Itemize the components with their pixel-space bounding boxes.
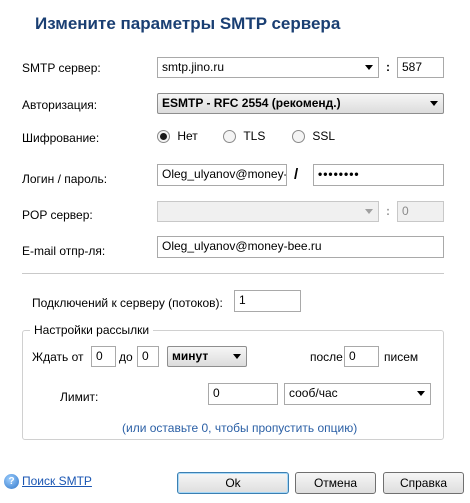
after-count-input[interactable]: 0	[344, 346, 379, 367]
pop-port-colon: :	[386, 204, 390, 218]
search-smtp-link[interactable]: Поиск SMTP	[22, 474, 92, 488]
limit-unit-value: сооб/час	[289, 386, 338, 400]
section-divider	[22, 273, 444, 274]
wait-unit-select[interactable]: минут	[167, 346, 247, 367]
chevron-down-icon[interactable]	[365, 209, 373, 214]
pop-server-label: POP сервер:	[22, 208, 93, 222]
pop-port-input[interactable]: 0	[397, 201, 444, 222]
login-label: Логин / пароль:	[22, 172, 108, 186]
limit-input[interactable]: 0	[208, 383, 278, 405]
wait-unit-value: минут	[172, 349, 209, 363]
mailing-settings-legend: Настройки рассылки	[30, 323, 154, 337]
connections-label: Подключений к серверу (потоков):	[32, 296, 223, 310]
password-input[interactable]: ••••••••	[313, 164, 444, 186]
smtp-server-label: SMTP сервер:	[22, 61, 101, 75]
auth-select[interactable]: ESMTP - RFC 2554 (рекоменд.)	[157, 93, 444, 114]
wait-from-label: Ждать от	[32, 350, 84, 364]
smtp-port-colon: :	[386, 60, 390, 74]
login-separator: /	[294, 166, 299, 183]
wait-from-input[interactable]: 0	[91, 346, 116, 367]
wait-to-label: до	[119, 350, 133, 364]
ok-button[interactable]: Ok	[177, 472, 289, 494]
chevron-down-icon[interactable]	[233, 354, 241, 359]
limit-label: Лимит:	[60, 390, 99, 404]
cancel-button[interactable]: Отмена	[295, 472, 376, 494]
auth-label: Авторизация:	[22, 98, 98, 112]
radio-checked-icon[interactable]	[157, 130, 170, 144]
radio-icon[interactable]	[223, 130, 236, 144]
connections-input[interactable]: 1	[234, 290, 301, 312]
encryption-radio-ssl[interactable]: SSL	[292, 129, 335, 144]
chevron-down-icon[interactable]	[430, 101, 438, 106]
encryption-radio-none[interactable]: Нет	[157, 129, 198, 144]
auth-value: ESMTP - RFC 2554 (рекоменд.)	[162, 96, 341, 110]
encryption-radio-tls[interactable]: TLS	[223, 129, 265, 144]
limit-unit-select[interactable]: сооб/час	[284, 383, 431, 405]
username-input[interactable]: Oleg_ulyanov@money-b	[157, 164, 287, 186]
radio-icon[interactable]	[292, 130, 305, 144]
dialog-title: Измените параметры SMTP сервера	[35, 14, 341, 33]
smtp-server-combobox[interactable]: smtp.jino.ru	[157, 57, 379, 78]
sender-email-input[interactable]: Oleg_ulyanov@money-bee.ru	[157, 236, 444, 258]
help-circle-icon[interactable]: ?	[4, 474, 19, 489]
smtp-port-input[interactable]: 587	[397, 57, 444, 78]
chevron-down-icon[interactable]	[365, 65, 373, 70]
chevron-down-icon[interactable]	[417, 391, 425, 396]
sender-email-label: E-mail отпр-ля:	[22, 244, 106, 258]
limit-hint: (или оставьте 0, чтобы пропустить опцию)	[122, 421, 358, 435]
wait-to-input[interactable]: 0	[137, 346, 159, 367]
after-label: после	[310, 350, 343, 364]
encryption-label: Шифрование:	[22, 131, 100, 145]
pop-server-combobox[interactable]	[157, 201, 379, 222]
smtp-server-value: smtp.jino.ru	[162, 60, 225, 74]
letters-label: писем	[384, 350, 419, 364]
help-button[interactable]: Справка	[383, 472, 464, 494]
